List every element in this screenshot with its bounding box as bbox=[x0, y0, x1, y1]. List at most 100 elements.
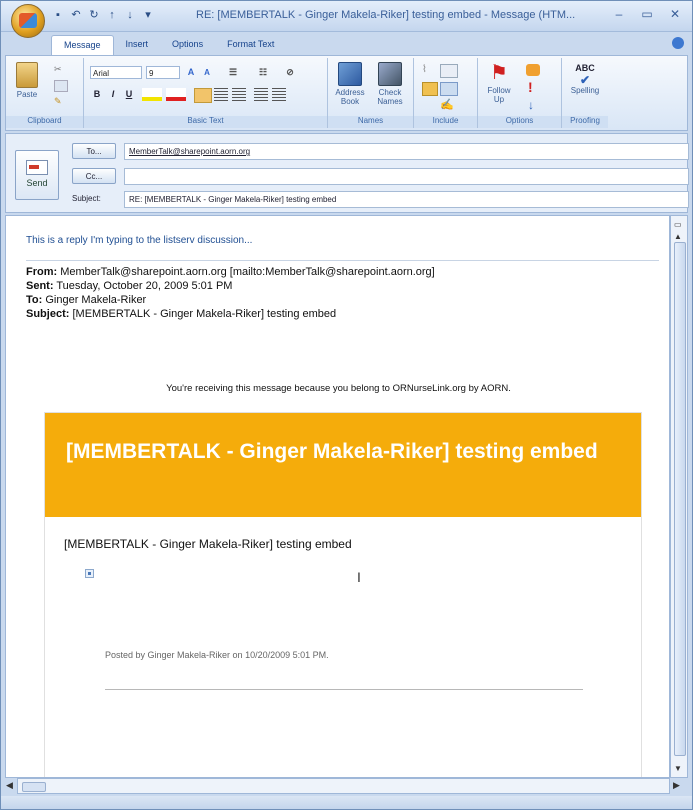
outlook-message-window: ▪ ↶ ↻ ↑ ↓ ▾ RE: [MEMBERTALK - Ginger Mak… bbox=[0, 0, 693, 810]
signature-icon[interactable]: ✍ bbox=[440, 98, 456, 111]
italic-button[interactable]: I bbox=[106, 88, 120, 101]
paste-label: Paste bbox=[16, 90, 38, 99]
scroll-right-icon[interactable]: ▶ bbox=[673, 780, 680, 791]
posted-by-text: Posted by Ginger Makela-Riker on 10/20/2… bbox=[105, 650, 329, 660]
from-line: From: MemberTalk@sharepoint.aorn.org [ma… bbox=[26, 265, 435, 279]
ribbon-tabs: Message Insert Options Format Text bbox=[51, 35, 286, 56]
highlight-icon[interactable] bbox=[142, 88, 162, 101]
scroll-left-icon[interactable]: ◀ bbox=[6, 780, 13, 791]
message-body[interactable]: This is a reply I'm typing to the listse… bbox=[5, 215, 670, 778]
checkmark-icon: ✔ bbox=[579, 73, 591, 87]
low-importance-icon[interactable]: ↓ bbox=[528, 98, 538, 112]
align-right-icon[interactable] bbox=[232, 88, 246, 101]
include-group-label: Include bbox=[414, 116, 477, 128]
from-label: From: bbox=[26, 266, 58, 278]
scroll-down-icon[interactable]: ▼ bbox=[674, 764, 682, 773]
basic-text-group: Arial 9 A A ☰ ☷ ⊘ B I U Basic Text bbox=[84, 58, 328, 128]
save-icon[interactable]: ▪ bbox=[51, 8, 65, 22]
font-color-icon[interactable] bbox=[166, 88, 186, 101]
cc-button[interactable]: Cc... bbox=[72, 168, 116, 184]
business-card-icon[interactable] bbox=[422, 82, 438, 96]
follow-up-label: Follow Up bbox=[487, 86, 511, 104]
follow-up-button[interactable]: ⚑ Follow Up bbox=[482, 62, 516, 104]
increase-indent-icon[interactable] bbox=[272, 88, 286, 101]
align-left-icon[interactable] bbox=[194, 88, 212, 103]
vertical-scroll-thumb[interactable] bbox=[674, 242, 686, 756]
ribbon: Paste ✂ ✎ Clipboard Arial 9 A A ☰ ☷ ⊘ B … bbox=[5, 55, 688, 131]
permission-icon[interactable] bbox=[526, 64, 540, 76]
check-names-button[interactable]: Check Names bbox=[372, 62, 408, 106]
high-importance-icon[interactable]: ! bbox=[528, 80, 538, 94]
help-icon[interactable] bbox=[672, 37, 684, 49]
address-book-label: Address Book bbox=[335, 88, 365, 106]
spelling-icon: ABC ✔ bbox=[572, 62, 598, 87]
tab-format-text[interactable]: Format Text bbox=[215, 35, 286, 55]
sent-value: Tuesday, October 20, 2009 5:01 PM bbox=[56, 280, 233, 292]
send-icon bbox=[26, 160, 48, 175]
subject-label: Subject: bbox=[72, 194, 101, 203]
clipboard-icon bbox=[16, 62, 38, 88]
options-group-label: Options bbox=[478, 116, 561, 128]
font-name-combo[interactable]: Arial bbox=[90, 66, 142, 79]
underline-button[interactable]: U bbox=[122, 88, 136, 101]
vertical-scrollbar[interactable]: ▭ ▲ ▼ bbox=[670, 215, 688, 778]
include-group: ⌇ ✍ Include bbox=[414, 58, 478, 128]
to-field[interactable]: MemberTalk@sharepoint.aorn.org bbox=[124, 143, 689, 160]
names-group: Address Book Check Names Names bbox=[328, 58, 414, 128]
maximize-button[interactable]: ▭ bbox=[640, 7, 654, 21]
text-cursor-icon: I bbox=[357, 569, 361, 585]
membership-notice: You're receiving this message because yo… bbox=[166, 383, 511, 394]
close-button[interactable]: ✕ bbox=[668, 7, 682, 21]
spelling-button[interactable]: ABC ✔ Spelling bbox=[566, 62, 604, 95]
to-line: To: Ginger Makela-Riker bbox=[26, 293, 435, 307]
subject-line-value: [MEMBERTALK - Ginger Makela-Riker] testi… bbox=[72, 308, 337, 320]
to-label: To: bbox=[26, 294, 43, 306]
clear-formatting-icon[interactable]: ⊘ bbox=[282, 66, 298, 79]
send-button[interactable]: Send bbox=[15, 150, 59, 200]
clipboard-group-label: Clipboard bbox=[6, 116, 83, 128]
copy-icon[interactable] bbox=[54, 80, 68, 92]
post-subject: [MEMBERTALK - Ginger Makela-Riker] testi… bbox=[64, 537, 352, 551]
tab-message[interactable]: Message bbox=[51, 35, 114, 56]
horizontal-scroll-thumb[interactable] bbox=[22, 782, 46, 792]
horizontal-scrollbar[interactable] bbox=[17, 778, 670, 794]
office-button[interactable] bbox=[11, 4, 45, 38]
title-bar: ▪ ↶ ↻ ↑ ↓ ▾ RE: [MEMBERTALK - Ginger Mak… bbox=[1, 1, 692, 32]
down-arrow-icon[interactable]: ↓ bbox=[123, 8, 137, 22]
tab-options[interactable]: Options bbox=[160, 35, 215, 55]
sent-label: Sent: bbox=[26, 280, 54, 292]
up-arrow-icon[interactable]: ↑ bbox=[105, 8, 119, 22]
align-center-icon[interactable] bbox=[214, 88, 228, 101]
font-size-combo[interactable]: 9 bbox=[146, 66, 180, 79]
tab-insert[interactable]: Insert bbox=[114, 35, 161, 55]
scroll-split-icon[interactable]: ▭ bbox=[674, 220, 682, 229]
bold-button[interactable]: B bbox=[90, 88, 104, 101]
proofing-group-label: Proofing bbox=[562, 116, 608, 128]
address-book-button[interactable]: Address Book bbox=[332, 62, 368, 106]
attach-item-icon[interactable] bbox=[440, 64, 458, 78]
reply-divider bbox=[26, 260, 659, 261]
shrink-font-icon[interactable]: A bbox=[200, 66, 214, 79]
redo-icon[interactable]: ↻ bbox=[87, 8, 101, 22]
cut-icon[interactable]: ✂ bbox=[54, 64, 66, 74]
to-value: Ginger Makela-Riker bbox=[45, 294, 147, 306]
office-logo-icon bbox=[19, 13, 37, 28]
decrease-indent-icon[interactable] bbox=[254, 88, 268, 101]
numbering-icon[interactable]: ☷ bbox=[250, 66, 276, 79]
post-banner: [MEMBERTALK - Ginger Makela-Riker] testi… bbox=[45, 413, 641, 517]
calendar-icon[interactable] bbox=[440, 82, 458, 96]
to-button[interactable]: To... bbox=[72, 143, 116, 159]
format-painter-icon[interactable]: ✎ bbox=[54, 96, 66, 106]
undo-icon[interactable]: ↶ bbox=[69, 8, 83, 22]
broken-image-icon bbox=[85, 569, 94, 578]
attach-file-icon[interactable]: ⌇ bbox=[422, 64, 432, 76]
qat-dropdown-icon[interactable]: ▾ bbox=[141, 8, 155, 22]
scroll-up-icon[interactable]: ▲ bbox=[674, 232, 682, 241]
options-group: ⚑ Follow Up ! ↓ Options bbox=[478, 58, 562, 128]
bullets-icon[interactable]: ☰ bbox=[220, 66, 246, 79]
paste-button[interactable]: Paste bbox=[12, 62, 42, 99]
minimize-button[interactable]: – bbox=[612, 7, 626, 21]
grow-font-icon[interactable]: A bbox=[184, 66, 198, 79]
cc-field[interactable] bbox=[124, 168, 689, 185]
subject-field[interactable]: RE: [MEMBERTALK - Ginger Makela-Riker] t… bbox=[124, 191, 689, 208]
